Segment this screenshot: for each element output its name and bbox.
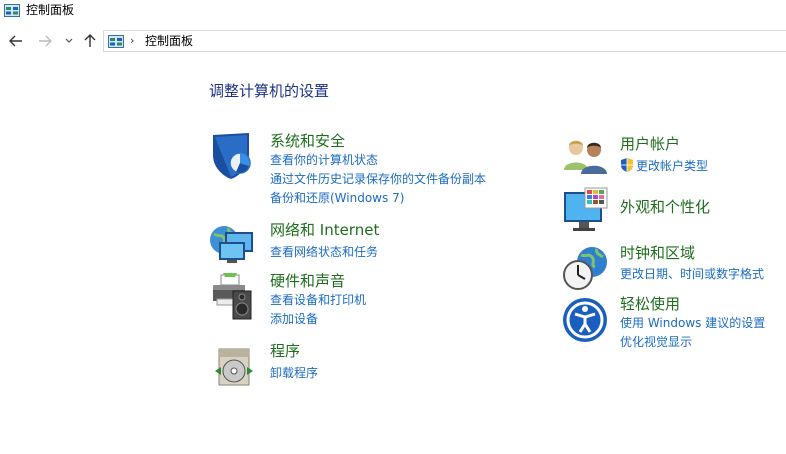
link-view-computer-status[interactable]: 查看你的计算机状态 bbox=[270, 153, 378, 168]
network-globe-icon[interactable] bbox=[209, 220, 259, 270]
link-optimize-visual-display[interactable]: 优化视觉显示 bbox=[620, 335, 692, 350]
link-file-history-backup[interactable]: 通过文件历史记录保存你的文件备份副本 bbox=[270, 172, 486, 187]
link-change-date-time-format[interactable]: 更改日期、时间或数字格式 bbox=[620, 267, 764, 282]
arrow-left-icon[interactable] bbox=[6, 31, 26, 51]
shield-icon[interactable] bbox=[209, 131, 259, 181]
navigation-bar: › 控制面板 bbox=[0, 28, 786, 54]
link-backup-restore[interactable]: 备份和还原(Windows 7) bbox=[270, 191, 404, 206]
link-windows-recommended-settings[interactable]: 使用 Windows 建议的设置 bbox=[620, 316, 765, 331]
breadcrumb-control-panel[interactable]: 控制面板 bbox=[145, 34, 193, 48]
category-title[interactable]: 硬件和声音 bbox=[270, 271, 345, 291]
category-title[interactable]: 时钟和区域 bbox=[620, 243, 695, 263]
category-appearance: 外观和个性化 bbox=[561, 186, 786, 236]
link-add-device[interactable]: 添加设备 bbox=[270, 312, 318, 327]
category-title[interactable]: 用户帐户 bbox=[620, 134, 680, 154]
link-network-status[interactable]: 查看网络状态和任务 bbox=[270, 245, 378, 260]
category-title[interactable]: 外观和个性化 bbox=[620, 197, 710, 217]
chevron-down-icon[interactable] bbox=[59, 31, 79, 51]
category-title[interactable]: 网络和 Internet bbox=[270, 220, 379, 240]
arrow-up-icon[interactable] bbox=[80, 31, 100, 51]
category-title[interactable]: 轻松使用 bbox=[620, 294, 680, 314]
category-hardware-sound: 硬件和声音 查看设备和打印机 添加设备 bbox=[209, 271, 509, 331]
category-network-internet: 网络和 Internet 查看网络状态和任务 bbox=[209, 220, 509, 265]
printer-speaker-icon[interactable] bbox=[209, 271, 259, 321]
category-programs: 程序 卸载程序 bbox=[209, 341, 509, 386]
link-change-account-type[interactable]: 更改帐户类型 bbox=[636, 159, 708, 174]
category-title[interactable]: 系统和安全 bbox=[270, 131, 345, 151]
category-clock-region: 时钟和区域 更改日期、时间或数字格式 bbox=[561, 243, 786, 290]
link-devices-printers[interactable]: 查看设备和打印机 bbox=[270, 293, 366, 308]
category-ease-of-access: 轻松使用 使用 Windows 建议的设置 优化视觉显示 bbox=[561, 294, 786, 354]
window-title: 控制面板 bbox=[26, 3, 75, 17]
category-user-accounts: 用户帐户 更改帐户类型 bbox=[561, 134, 786, 179]
ease-of-access-icon[interactable] bbox=[561, 294, 611, 344]
page-title: 调整计算机的设置 bbox=[209, 82, 330, 100]
category-title[interactable]: 程序 bbox=[270, 341, 300, 361]
programs-disc-icon[interactable] bbox=[209, 341, 259, 391]
link-uninstall-program[interactable]: 卸载程序 bbox=[270, 366, 318, 381]
monitor-palette-icon[interactable] bbox=[561, 186, 611, 236]
category-system-security: 系统和安全 查看你的计算机状态 通过文件历史记录保存你的文件备份副本 备份和还原… bbox=[209, 131, 509, 211]
control-panel-icon bbox=[4, 3, 20, 17]
arrow-right-icon[interactable] bbox=[35, 31, 55, 51]
users-icon[interactable] bbox=[561, 134, 611, 184]
clock-globe-icon[interactable] bbox=[561, 243, 611, 293]
title-bar: 控制面板 bbox=[0, 0, 786, 22]
address-bar[interactable]: › 控制面板 bbox=[103, 30, 786, 52]
uac-shield-icon bbox=[620, 157, 634, 173]
control-panel-icon bbox=[108, 34, 124, 48]
chevron-right-icon[interactable]: › bbox=[130, 34, 134, 47]
